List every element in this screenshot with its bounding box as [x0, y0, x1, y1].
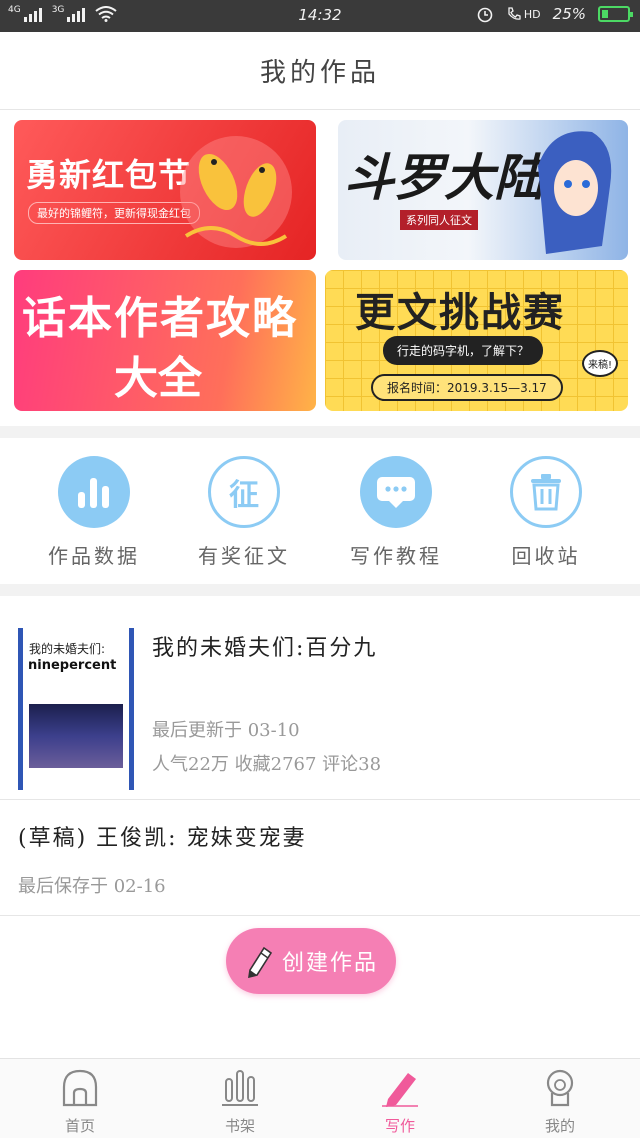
work-item[interactable]: 我的未婚夫们: ninepercent 我的未婚夫们:百分九 最后更新于 03-… — [0, 608, 640, 800]
tab-write-label: 写作 — [384, 1117, 415, 1135]
bar-chart-icon — [58, 456, 130, 528]
battery-icon — [598, 6, 633, 22]
work-cover: 我的未婚夫们: ninepercent — [18, 628, 134, 790]
banner-challenge-pill: 行走的码字机，了解下？ — [383, 336, 544, 365]
contest-icon: 征 — [208, 456, 280, 528]
tab-bookshelf-label: 书架 — [224, 1117, 255, 1135]
create-work-label: 创建作品 — [281, 951, 378, 976]
page-title: 我的作品 — [259, 58, 380, 88]
koi-fish-icon — [180, 136, 292, 248]
hd-label: HD — [523, 7, 541, 21]
tab-home[interactable]: 首页 — [0, 1067, 160, 1136]
banner-challenge-title: 更文挑战赛 — [355, 290, 565, 336]
chat-bubble-icon — [360, 456, 432, 528]
banner-author-guide-line2: 大全 — [114, 353, 202, 404]
divider — [0, 584, 640, 596]
tool-tutorial-label: 写作教程 — [350, 544, 442, 568]
banner-red-packet[interactable]: 勇新红包节 最好的锦鲤符，更新得现金红包 — [14, 120, 316, 260]
banner-douluo-tag: 系列同人征文 — [400, 210, 478, 230]
banner-douluo-title: 斗罗大陆 — [344, 148, 544, 207]
banner-challenge-date: 报名时间：2019.3.15—3.17 — [371, 374, 563, 401]
alarm-icon — [477, 7, 493, 23]
cover-title-line1: 我的未婚夫们: — [29, 642, 106, 656]
tool-contest-label: 有奖征文 — [198, 544, 290, 568]
anime-character-image — [538, 131, 612, 254]
tool-work-data-label: 作品数据 — [48, 544, 140, 568]
tool-trash-label: 回收站 — [511, 544, 581, 568]
pen-icon — [382, 1073, 418, 1107]
banner-author-guide-line1: 话本作者攻略 — [22, 293, 298, 344]
banner-red-packet-title: 勇新红包节 — [26, 156, 192, 194]
divider — [0, 426, 640, 438]
hd-call-icon: HD — [506, 6, 541, 22]
contest-glyph: 征 — [229, 478, 259, 513]
tool-tutorial[interactable]: 写作教程 — [326, 456, 466, 569]
banner-red-packet-subtitle: 最好的锦鲤符，更新得现金红包 — [28, 202, 200, 224]
tab-home-label: 首页 — [64, 1117, 95, 1135]
tools-row: 作品数据 征 有奖征文 写作教程 回收站 — [0, 438, 640, 584]
trash-icon — [510, 456, 582, 528]
home-icon — [62, 1069, 98, 1107]
tool-trash[interactable]: 回收站 — [476, 456, 616, 569]
work-updated: 最后更新于 03-10 — [152, 720, 300, 741]
banner-douluo[interactable]: 斗罗大陆 系列同人征文 — [338, 120, 628, 260]
tool-contest[interactable]: 征 有奖征文 — [174, 456, 314, 569]
status-bar: 4G 3G 14:32 HD 25% — [0, 0, 640, 32]
bottom-tab-bar: 首页 书架 写作 我的 — [0, 1058, 640, 1138]
tab-mine[interactable]: 我的 — [480, 1067, 640, 1136]
bookshelf-icon — [222, 1070, 258, 1106]
battery-percent: 25% — [552, 5, 586, 23]
draft-title: (草稿) 王俊凯: 宠妹变宠妻 — [18, 826, 307, 851]
tool-work-data[interactable]: 作品数据 — [24, 456, 164, 569]
cover-photo — [29, 704, 123, 768]
page-header: 我的作品 — [0, 32, 640, 110]
draft-saved: 最后保存于 02-16 — [18, 876, 166, 897]
banner-challenge-stamp: 来稿! — [581, 350, 618, 377]
cover-title-line2: ninepercent — [28, 658, 117, 673]
work-stats: 人气22万 收藏2767 评论38 — [152, 754, 382, 775]
create-work-button[interactable]: 创建作品 — [226, 928, 396, 994]
tab-write[interactable]: 写作 — [320, 1067, 480, 1136]
banner-writing-challenge[interactable]: 更文挑战赛 行走的码字机，了解下？ 报名时间：2019.3.15—3.17 来稿… — [325, 270, 628, 411]
tab-mine-label: 我的 — [544, 1117, 575, 1135]
tab-bookshelf[interactable]: 书架 — [160, 1067, 320, 1136]
profile-icon — [546, 1069, 574, 1107]
banner-author-guide[interactable]: 话本作者攻略 大全 — [14, 270, 316, 411]
draft-item[interactable]: (草稿) 王俊凯: 宠妹变宠妻 最后保存于 02-16 — [0, 800, 640, 916]
work-title: 我的未婚夫们:百分九 — [152, 636, 378, 661]
pencil-icon — [248, 946, 273, 978]
